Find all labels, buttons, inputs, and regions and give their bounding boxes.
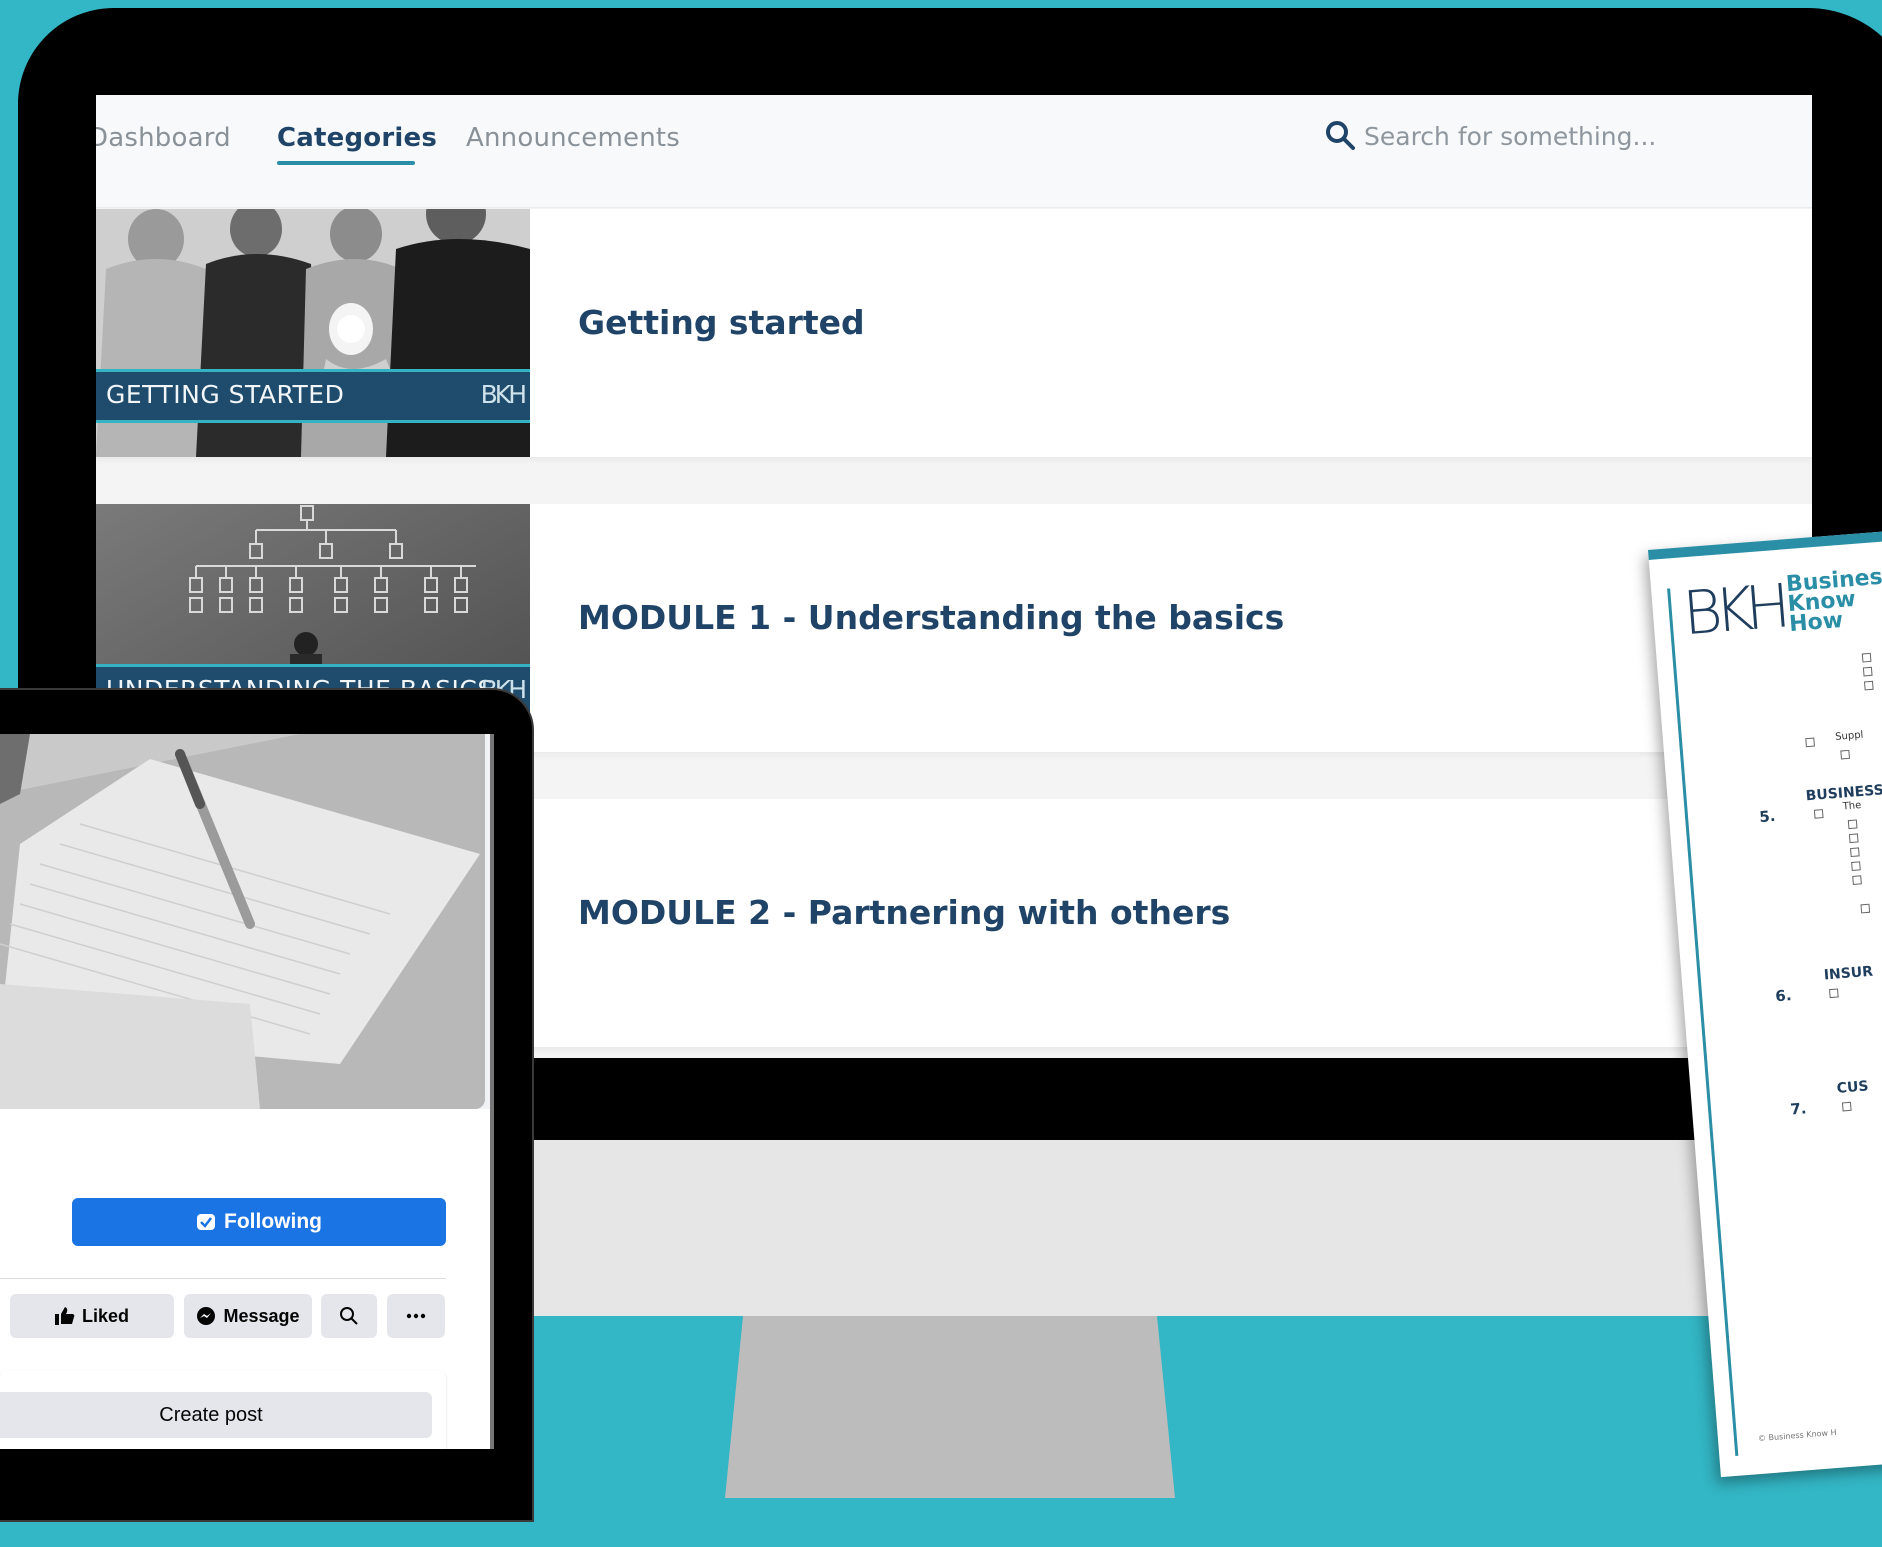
document-logo-text: Business Know How <box>1785 564 1882 638</box>
document-snippet: Suppl <box>1834 729 1864 743</box>
category-title[interactable]: MODULE 1 - Understanding the basics <box>578 598 1284 637</box>
liked-label: Liked <box>81 1305 129 1326</box>
tablet-screen: Following Liked Message Create post <box>0 734 490 1449</box>
category-title[interactable]: Getting started <box>578 303 865 342</box>
section-number: 5. <box>1758 806 1777 827</box>
section-number: 7. <box>1789 1099 1808 1119</box>
section-heading: INSUR <box>1823 963 1874 984</box>
checkbox <box>1852 875 1862 885</box>
create-post-button[interactable]: Create post <box>0 1392 432 1438</box>
following-button[interactable]: Following <box>72 1198 446 1246</box>
tab-announcements[interactable]: Announcements <box>466 123 680 153</box>
checkbox <box>1850 847 1860 858</box>
message-button[interactable]: Message <box>184 1294 312 1338</box>
active-tab-underline <box>277 161 415 165</box>
search-icon[interactable] <box>1324 119 1356 151</box>
document-footer: © Business Know H <box>1757 1427 1837 1444</box>
cover-photo <box>0 734 485 1109</box>
logo-line: How <box>1788 607 1844 638</box>
checkbox <box>1861 652 1872 663</box>
top-nav: Dashboard Categories Announcements <box>96 95 1812 208</box>
checkbox <box>1813 809 1824 819</box>
monitor-stand <box>725 1316 1175 1498</box>
checkbox <box>1805 737 1815 748</box>
checkbox <box>1841 1101 1852 1112</box>
category-thumbnail: GETTING STARTED BKH <box>96 209 530 457</box>
section-number: 6. <box>1774 986 1793 1006</box>
thumbnail-banner: GETTING STARTED BKH <box>96 369 530 423</box>
messenger-icon <box>197 1307 216 1325</box>
thumbs-up-icon <box>54 1307 75 1325</box>
checkbox <box>1862 666 1873 677</box>
checkbox <box>1829 988 1839 999</box>
checkbox <box>1840 749 1851 760</box>
divider <box>0 1278 446 1279</box>
more-dots-icon <box>406 1313 426 1319</box>
following-label: Following <box>224 1210 322 1233</box>
create-post-card: Create post <box>0 1370 446 1449</box>
message-label: Message <box>223 1305 300 1326</box>
tablet-edge <box>490 734 494 1449</box>
document-snippet: The <box>1842 800 1862 813</box>
checkbox <box>1860 903 1871 914</box>
more-options-button[interactable] <box>387 1294 445 1338</box>
checkbox <box>1847 819 1858 830</box>
checkbox <box>1863 680 1874 691</box>
bkh-logo: BKH <box>480 380 527 409</box>
checkbox <box>1848 833 1859 844</box>
category-getting-started[interactable]: GETTING STARTED BKH Getting started <box>96 209 1812 457</box>
liked-button[interactable]: Liked <box>10 1294 174 1338</box>
checkbox <box>1851 861 1861 871</box>
tab-categories[interactable]: Categories <box>277 123 437 153</box>
notebook-pen-image <box>0 734 485 1109</box>
search-input[interactable] <box>1362 117 1696 155</box>
search-button[interactable] <box>321 1294 377 1338</box>
search-icon <box>340 1307 358 1325</box>
section-heading: CUS <box>1836 1078 1870 1097</box>
document-logo-mark: BKH <box>1680 571 1786 650</box>
document-page: BKH Business Know How Suppl 5. BUSINESS … <box>1648 523 1882 1478</box>
following-check-icon <box>197 1214 215 1230</box>
tab-dashboard[interactable]: Dashboard <box>96 123 231 153</box>
thumbnail-label: GETTING STARTED <box>106 380 345 409</box>
category-title[interactable]: MODULE 2 - Partnering with others <box>578 893 1230 932</box>
